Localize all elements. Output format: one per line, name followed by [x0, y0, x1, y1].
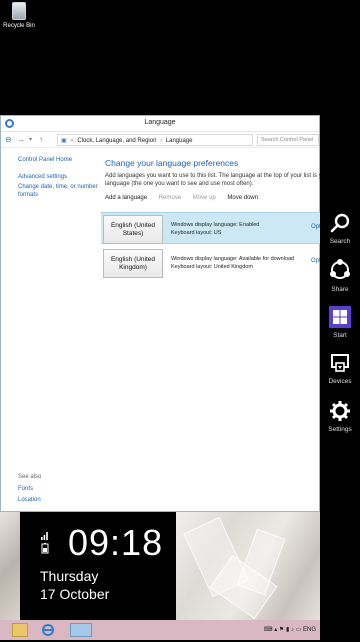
recycle-bin-icon: [12, 2, 26, 20]
control-panel-icon: ▣: [61, 138, 67, 144]
display-language-status: Windows display language: Available for …: [171, 256, 295, 262]
display-language-status: Windows display language: Enabled: [171, 222, 260, 228]
keyboard-layout: Keyboard layout: US: [171, 229, 222, 236]
flag-icon[interactable]: ⚑: [279, 627, 284, 633]
status-icons: [40, 528, 50, 559]
show-hidden-icons[interactable]: ▴: [274, 627, 277, 633]
move-down-button[interactable]: Move down: [227, 195, 258, 201]
clock-date: 17 October: [40, 586, 110, 602]
search-charm-label: Search: [329, 238, 351, 245]
language-toolbar: Add a language Remove Move up Move down: [105, 195, 268, 201]
start-charm[interactable]: Start: [320, 306, 360, 339]
keyboard-icon[interactable]: ⌨: [264, 627, 273, 633]
clock-day: Thursday: [40, 568, 99, 584]
back-icon[interactable]: ⊖: [5, 135, 12, 144]
control-panel-home-link[interactable]: Control Panel Home: [18, 156, 72, 164]
devices-charm-label: Devices: [328, 378, 352, 385]
window-title: Language: [144, 119, 176, 126]
fonts-link[interactable]: Fonts: [18, 485, 33, 493]
up-icon[interactable]: ↑: [39, 135, 43, 144]
volume-icon[interactable]: ♪: [291, 627, 294, 633]
description-line-1: Add languages you want to use to this li…: [105, 173, 321, 179]
settings-charm-label: Settings: [328, 426, 352, 433]
breadcrumb-root[interactable]: Clock, Language, and Region: [77, 138, 156, 144]
wallpaper-left: [0, 512, 20, 620]
search-icon: [330, 213, 350, 233]
charms-bar: Search Share Start Devices Settings: [320, 0, 360, 640]
forward-icon[interactable]: →: [17, 135, 25, 144]
lock-clock-panel: 09:18 Thursday 17 October: [20, 512, 176, 620]
language-name-line-1: English (United: [110, 255, 156, 263]
left-nav: Control Panel Home Advanced settings Cha…: [1, 150, 99, 511]
add-language-button[interactable]: Add a language: [105, 195, 147, 201]
windows-logo-icon: [329, 306, 351, 328]
language-info: Windows display language: Enabled Keyboa…: [171, 222, 259, 237]
desktop: Recycle Bin Language ⊖ → ▾ ↑ ▣ « Clock, …: [0, 0, 360, 640]
language-name-line-2: States): [122, 229, 144, 237]
network-icon[interactable]: ▮: [286, 627, 289, 633]
description-line-2: language (the one you want to see and us…: [105, 181, 254, 187]
language-tile-en-gb[interactable]: English (United Kingdom): [103, 249, 163, 278]
input-language[interactable]: ENG: [303, 627, 316, 633]
search-charm[interactable]: Search: [320, 212, 360, 245]
language-window: Language ⊖ → ▾ ↑ ▣ « Clock, Language, an…: [0, 115, 321, 512]
language-row-en-us[interactable]: English (United States) Windows display …: [101, 212, 321, 244]
gear-icon: [330, 401, 350, 421]
page-title: Change your language preferences: [105, 158, 239, 168]
devices-icon: [331, 354, 349, 372]
main-content: Change your language preferences Add lan…: [101, 150, 321, 511]
remove-button[interactable]: Remove: [159, 195, 181, 201]
system-tray: ⌨ ▴ ⚑ ▮ ♪ ▭ ENG: [264, 626, 316, 633]
address-bar-row: ⊖ → ▾ ↑ ▣ « Clock, Language, and Region …: [1, 132, 319, 148]
share-icon: [330, 259, 350, 279]
breadcrumb-leaf[interactable]: Language: [166, 138, 193, 144]
recycle-bin-label: Recycle Bin: [3, 23, 35, 29]
advanced-settings-link[interactable]: Advanced settings: [18, 173, 67, 181]
page-description: Add languages you want to use to this li…: [105, 172, 321, 188]
devices-charm[interactable]: Devices: [320, 352, 360, 385]
see-also-label: See also: [18, 474, 42, 480]
language-taskbar-button[interactable]: [70, 623, 92, 637]
window-titlebar[interactable]: Language: [1, 116, 319, 132]
settings-charm[interactable]: Settings: [320, 400, 360, 433]
battery-icon[interactable]: ▭: [296, 627, 302, 633]
language-tile-en-us[interactable]: English (United States): [103, 215, 163, 244]
recycle-bin[interactable]: Recycle Bin: [2, 2, 36, 29]
wallpaper-right: [176, 512, 320, 620]
start-charm-label: Start: [333, 332, 347, 339]
share-charm[interactable]: Share: [320, 258, 360, 293]
language-info: Windows display language: Available for …: [171, 256, 294, 271]
taskbar: ⌨ ▴ ⚑ ▮ ♪ ▭ ENG: [0, 620, 320, 640]
share-charm-label: Share: [331, 286, 349, 293]
move-up-button[interactable]: Move up: [193, 195, 216, 201]
recent-pages-icon[interactable]: ▾: [29, 136, 32, 143]
change-date-link[interactable]: Change date, time, or number formats: [18, 183, 98, 199]
language-name-line-2: Kingdom): [119, 263, 147, 271]
file-explorer-icon[interactable]: [12, 623, 28, 637]
language-name-line-1: English (United: [110, 221, 156, 229]
location-link[interactable]: Location: [18, 496, 41, 504]
address-box[interactable]: ▣ « Clock, Language, and Region › Langua…: [57, 134, 253, 146]
language-row-en-gb[interactable]: English (United Kingdom) Windows display…: [101, 247, 321, 279]
ie-icon[interactable]: [40, 623, 56, 637]
keyboard-layout: Keyboard layout: United Kingdom: [171, 263, 253, 270]
search-input[interactable]: Search Control Panel: [257, 134, 319, 146]
clock-time: 09:18: [68, 522, 164, 563]
